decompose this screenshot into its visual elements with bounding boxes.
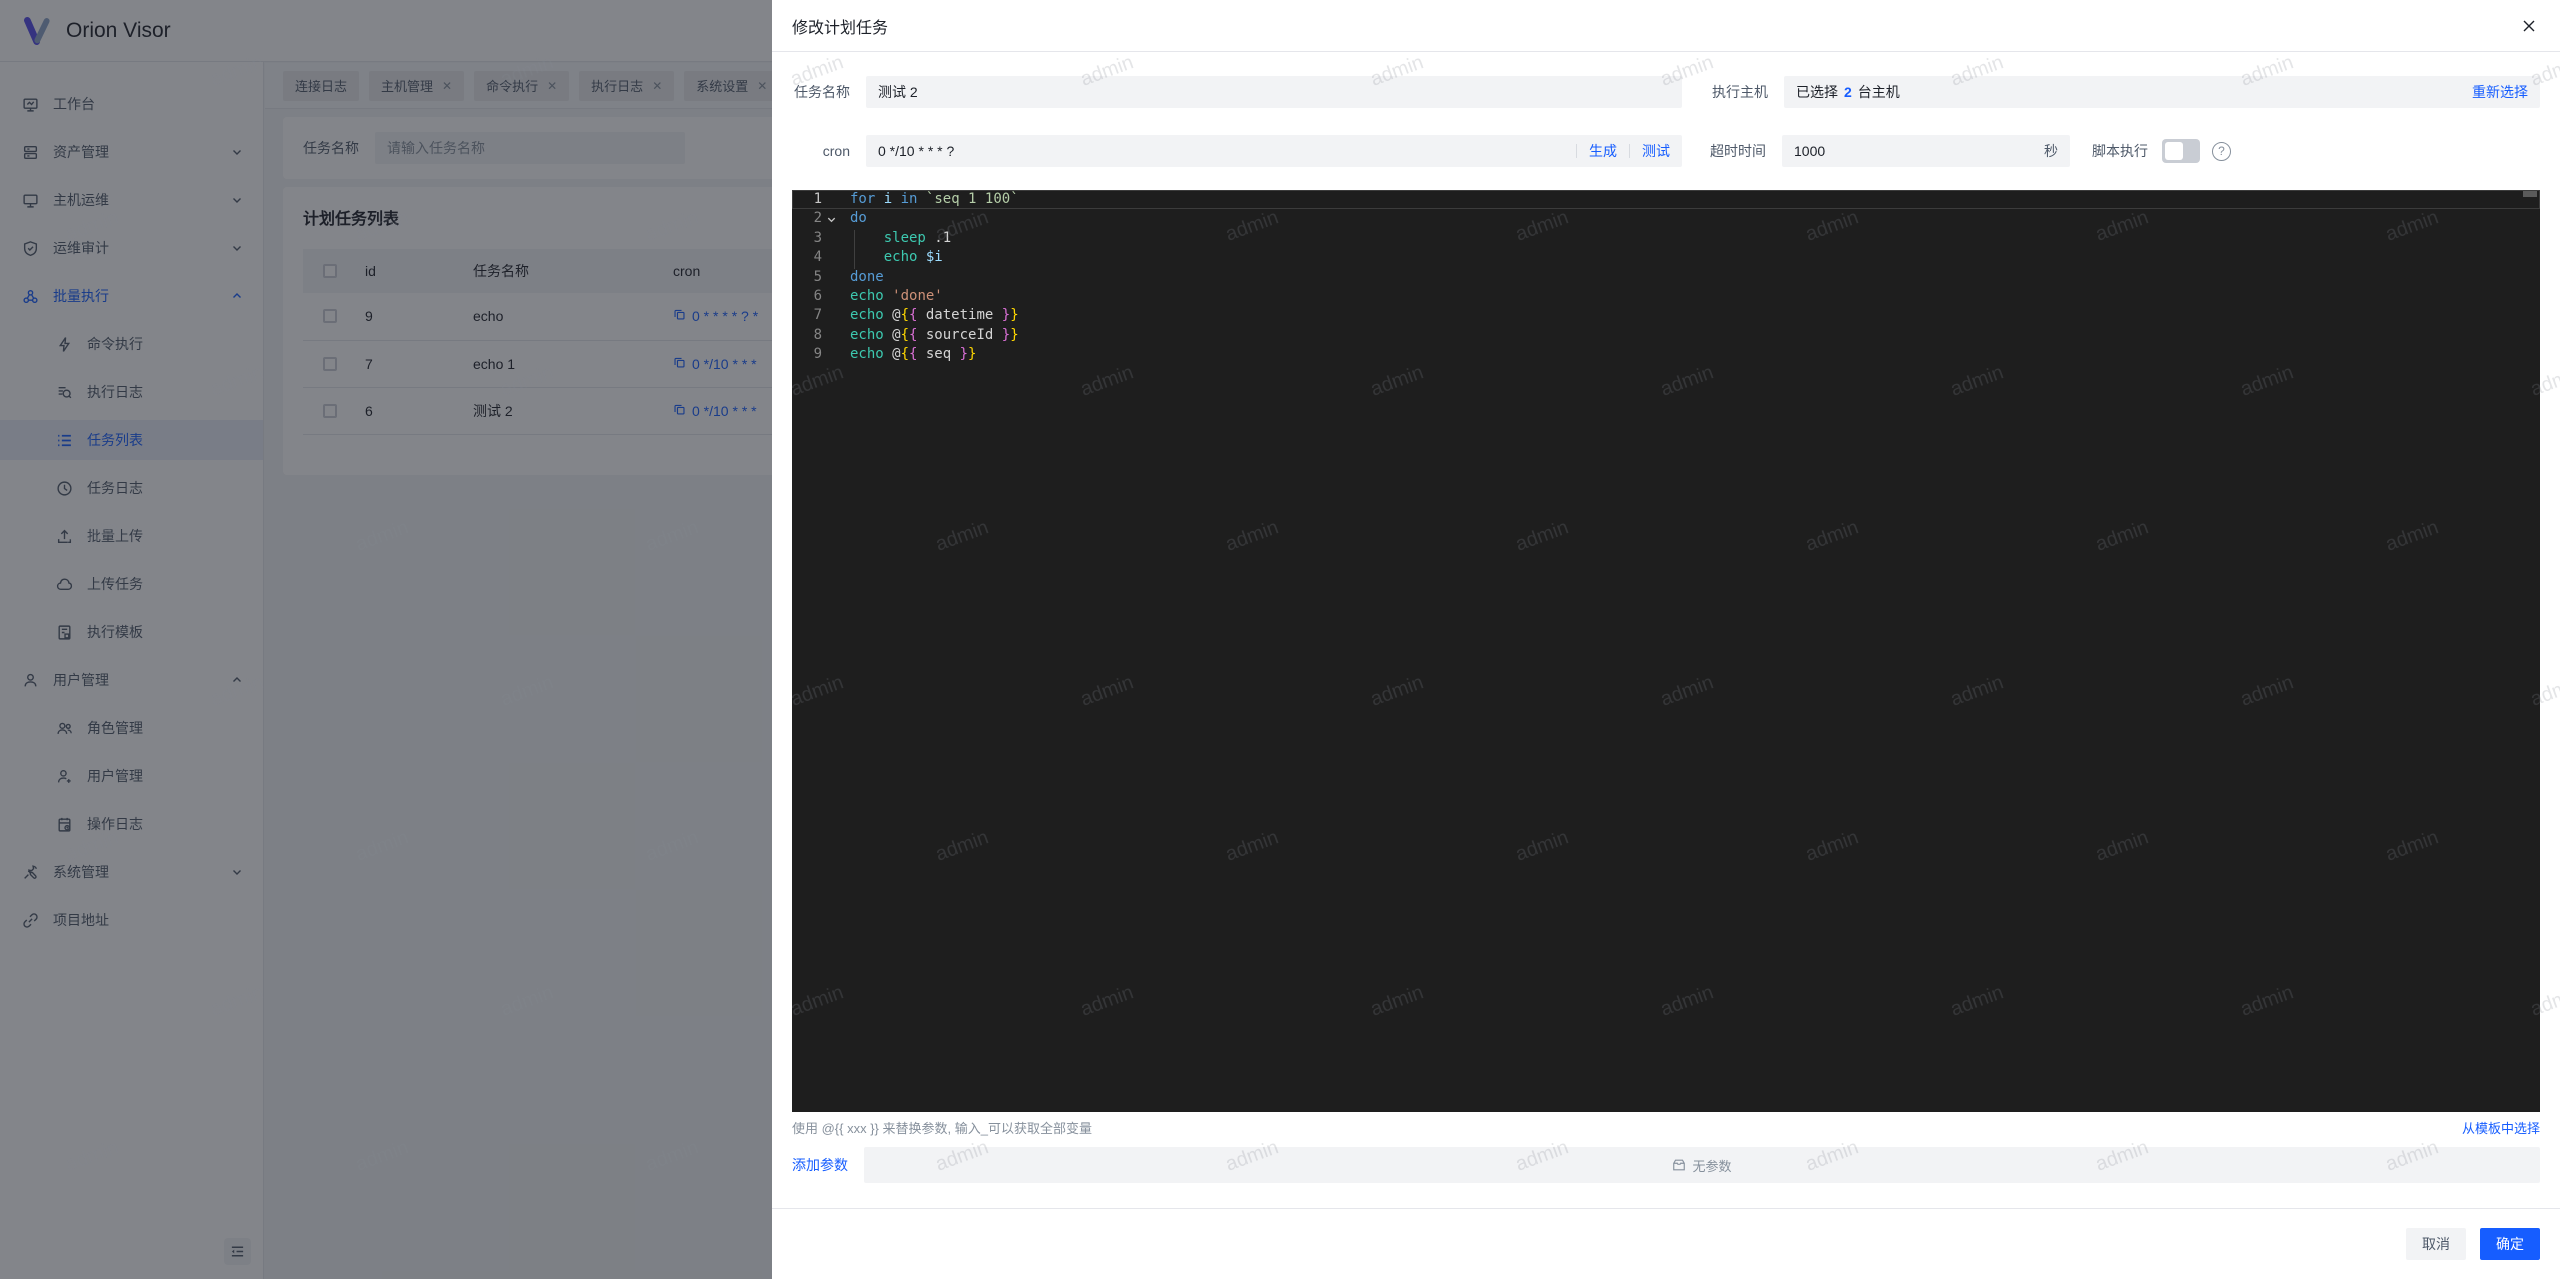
close-modal-button[interactable] bbox=[2517, 14, 2541, 38]
edit-scheduled-task-modal: 修改计划任务 任务名称 测试 2 执行主机 已选择 2 台主机 重新选择 bbox=[772, 0, 2560, 1279]
help-icon[interactable]: ? bbox=[2212, 142, 2231, 161]
modal-body: 任务名称 测试 2 执行主机 已选择 2 台主机 重新选择 cron 0 */1… bbox=[772, 52, 2560, 1208]
line-number: 1 bbox=[792, 190, 822, 209]
script-code-editor[interactable]: 1for i in `seq 1 100`2do3 sleep .14 echo… bbox=[792, 190, 2540, 1112]
cron-value: 0 */10 * * * ? bbox=[866, 143, 1576, 159]
code-text: sleep .1 bbox=[840, 229, 951, 248]
empty-params-text: 无参数 bbox=[1692, 1156, 1731, 1175]
line-number: 2 bbox=[792, 209, 822, 228]
timeout-input[interactable]: 1000 秒 bbox=[1782, 135, 2070, 167]
code-text: do bbox=[840, 209, 867, 228]
modal-header: 修改计划任务 bbox=[772, 0, 2560, 52]
modal-footer: 取消 确定 bbox=[772, 1208, 2560, 1279]
line-number: 5 bbox=[792, 268, 822, 287]
cron-test-button[interactable]: 测试 bbox=[1630, 141, 1682, 161]
code-line-5[interactable]: 5 done bbox=[792, 268, 2540, 287]
script-exec-toggle[interactable] bbox=[2162, 139, 2200, 163]
fold-chevron-icon[interactable] bbox=[822, 209, 840, 228]
code-line-6[interactable]: 6 echo 'done' bbox=[792, 287, 2540, 306]
code-text: echo @{{ datetime }} bbox=[840, 306, 1019, 325]
close-icon bbox=[2522, 19, 2536, 33]
task-name-value: 测试 2 bbox=[878, 82, 918, 102]
confirm-button[interactable]: 确定 bbox=[2480, 1228, 2540, 1260]
line-number: 9 bbox=[792, 345, 822, 364]
line-number: 8 bbox=[792, 326, 822, 345]
line-number: 7 bbox=[792, 306, 822, 325]
task-name-label: 任务名称 bbox=[792, 82, 850, 102]
code-text: echo @{{ seq }} bbox=[840, 345, 976, 364]
fold-gutter bbox=[822, 229, 840, 248]
indent-guide bbox=[854, 230, 855, 269]
fold-gutter bbox=[822, 326, 840, 345]
line-number: 3 bbox=[792, 229, 822, 248]
select-from-template-link[interactable]: 从模板中选择 bbox=[2462, 1118, 2540, 1137]
code-line-8[interactable]: 8 echo @{{ sourceId }} bbox=[792, 326, 2540, 345]
cron-label: cron bbox=[792, 143, 850, 159]
line-number: 4 bbox=[792, 248, 822, 267]
code-line-4[interactable]: 4 echo $i bbox=[792, 248, 2540, 267]
empty-params-bar: 无参数 bbox=[864, 1147, 2540, 1183]
cron-input[interactable]: 0 */10 * * * ? 生成 测试 bbox=[866, 135, 1682, 167]
fold-gutter bbox=[822, 287, 840, 306]
host-selection-box: 已选择 2 台主机 重新选择 bbox=[1784, 76, 2540, 108]
host-selected-count: 2 bbox=[1844, 84, 1852, 100]
exec-host-label: 执行主机 bbox=[1710, 82, 1768, 102]
toggle-knob bbox=[2165, 142, 2183, 160]
empty-box-icon bbox=[1672, 1158, 1686, 1172]
fold-gutter bbox=[822, 190, 840, 209]
fold-gutter bbox=[822, 268, 840, 287]
line-number: 6 bbox=[792, 287, 822, 306]
code-line-2[interactable]: 2 do bbox=[792, 209, 2540, 228]
task-name-input[interactable]: 测试 2 bbox=[866, 76, 1682, 108]
cancel-button[interactable]: 取消 bbox=[2406, 1228, 2466, 1260]
timeout-value: 1000 bbox=[1794, 143, 2044, 159]
host-selected-prefix: 已选择 bbox=[1796, 82, 1838, 102]
timeout-unit: 秒 bbox=[2044, 141, 2058, 161]
script-exec-label: 脚本执行 bbox=[2092, 141, 2148, 161]
code-line-3[interactable]: 3 sleep .1 bbox=[792, 229, 2540, 248]
host-selected-suffix: 台主机 bbox=[1858, 82, 1900, 102]
editor-scrollbar-thumb[interactable] bbox=[2523, 191, 2537, 197]
param-hint-text: 使用 @{{ xxx }} 来替换参数, 输入_可以获取全部变量 bbox=[792, 1118, 1092, 1137]
timeout-label: 超时时间 bbox=[1710, 141, 1766, 161]
code-text: done bbox=[840, 268, 884, 287]
code-text: for i in `seq 1 100` bbox=[840, 190, 1019, 209]
add-param-button[interactable]: 添加参数 bbox=[792, 1155, 848, 1175]
code-text: echo 'done' bbox=[840, 287, 943, 306]
fold-gutter bbox=[822, 345, 840, 364]
reselect-hosts-button[interactable]: 重新选择 bbox=[2472, 82, 2528, 102]
screen: Orion Visor 工作台资产管理主机运维运维审计批量执行命令执行执行日志任… bbox=[0, 0, 2560, 1279]
fold-gutter bbox=[822, 248, 840, 267]
code-text: echo $i bbox=[840, 248, 943, 267]
fold-gutter bbox=[822, 306, 840, 325]
cron-generate-button[interactable]: 生成 bbox=[1577, 141, 1629, 161]
code-line-1[interactable]: 1 for i in `seq 1 100` bbox=[792, 190, 2540, 209]
code-text: echo @{{ sourceId }} bbox=[840, 326, 1019, 345]
modal-title: 修改计划任务 bbox=[792, 14, 888, 38]
code-line-9[interactable]: 9 echo @{{ seq }} bbox=[792, 345, 2540, 364]
code-line-7[interactable]: 7 echo @{{ datetime }} bbox=[792, 306, 2540, 325]
